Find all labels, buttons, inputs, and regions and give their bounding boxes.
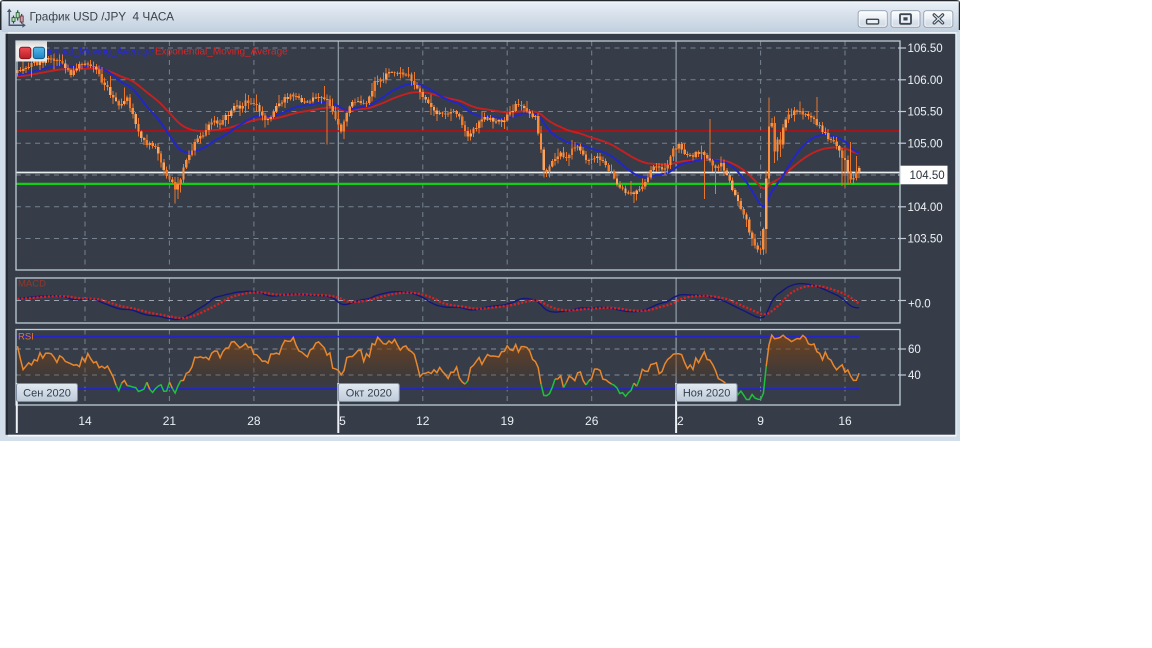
svg-text:104.50: 104.50 <box>910 170 945 182</box>
svg-text:19: 19 <box>501 414 515 428</box>
svg-text:40: 40 <box>908 370 921 382</box>
svg-text:MACD: MACD <box>18 279 46 290</box>
svg-text:Exponential_Moving_Average: Exponential_Moving_Average <box>155 47 288 58</box>
svg-text:105.50: 105.50 <box>908 107 943 119</box>
svg-text:21: 21 <box>163 414 177 428</box>
svg-text:28: 28 <box>247 414 261 428</box>
svg-text:26: 26 <box>585 414 599 428</box>
svg-text:104.00: 104.00 <box>908 202 943 214</box>
svg-text:106.50: 106.50 <box>908 43 943 55</box>
svg-text:16: 16 <box>838 414 852 428</box>
svg-text:9: 9 <box>757 414 764 428</box>
svg-text:Окт 2020: Окт 2020 <box>346 388 392 400</box>
svg-text:103.50: 103.50 <box>908 234 943 246</box>
svg-text:14: 14 <box>78 414 92 428</box>
svg-text:60: 60 <box>908 344 921 356</box>
svg-text:2: 2 <box>677 414 684 428</box>
svg-text:+0.0: +0.0 <box>908 299 931 311</box>
svg-text:RSI: RSI <box>18 332 34 343</box>
svg-text:График USD /JPY 4 ЧАСА: График USD /JPY 4 ЧАСА <box>30 10 175 24</box>
svg-text:12: 12 <box>416 414 430 428</box>
svg-text:Ноя 2020: Ноя 2020 <box>683 388 731 400</box>
svg-text:105.00: 105.00 <box>908 138 943 150</box>
svg-text:5: 5 <box>339 414 346 428</box>
svg-text:106.00: 106.00 <box>908 75 943 87</box>
svg-text:Сен 2020: Сен 2020 <box>23 388 71 400</box>
